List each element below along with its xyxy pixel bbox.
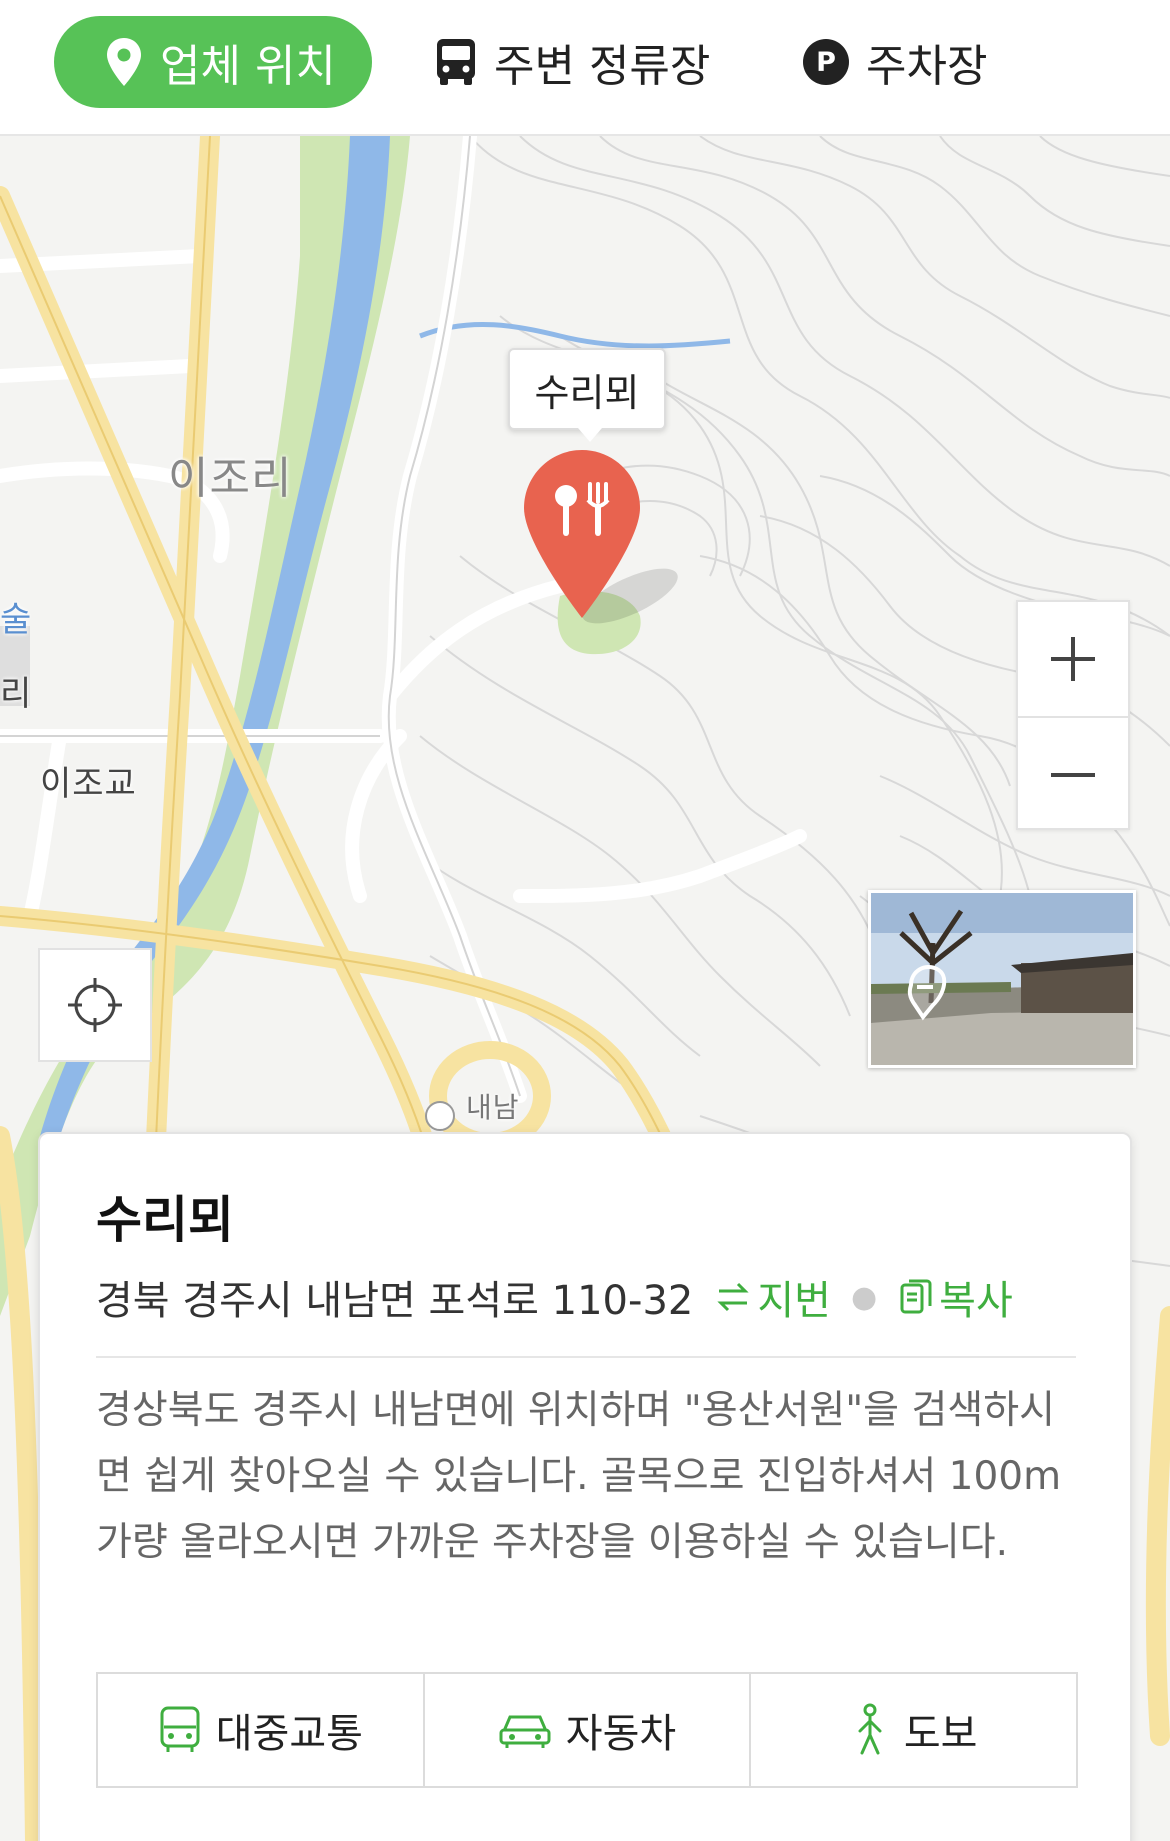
crosshair-icon xyxy=(68,978,122,1032)
separator-dot: ● xyxy=(850,1279,878,1315)
swap-arrows-icon xyxy=(717,1282,749,1312)
zoom-out-button[interactable] xyxy=(1018,716,1128,832)
route-label: 대중교통 xyxy=(215,1711,363,1757)
lot-number-button[interactable]: 지번 xyxy=(715,1268,831,1326)
tab-parking[interactable]: P 주차장 xyxy=(802,16,987,108)
car-icon xyxy=(499,1715,551,1748)
marker-tooltip-label: 수리뫼 xyxy=(534,370,640,415)
place-label-ijo-bridge: 이조교 xyxy=(40,764,137,804)
place-label-ijo-ri: 이조리 xyxy=(168,453,293,504)
zoom-controls xyxy=(1016,600,1130,830)
route-label: 자동차 xyxy=(565,1711,677,1757)
place-label-naenam: 내남 xyxy=(466,1091,520,1124)
roadview-photo xyxy=(871,893,1133,1065)
route-walking-button[interactable]: 도보 xyxy=(749,1674,1076,1786)
current-location-button[interactable] xyxy=(38,948,152,1062)
restaurant-pin-icon[interactable] xyxy=(520,446,700,630)
lot-number-label: 지번 xyxy=(757,1278,831,1324)
business-info-card: 수리뫼 경북 경주시 내남면 포석로 110-32 지번 ● 복사 경상북도 경… xyxy=(38,1132,1132,1841)
public-transit-icon xyxy=(160,1706,200,1752)
marker-tooltip[interactable]: 수리뫼 xyxy=(508,348,666,442)
place-label-partial-ri: 리 xyxy=(0,674,33,714)
business-description: 경상북도 경주시 내남면에 위치하며 "용산서원"을 검색하시면 쉽게 찾아오실… xyxy=(96,1388,1062,1565)
tab-label: 주차장 xyxy=(866,41,988,92)
route-label: 도보 xyxy=(903,1711,978,1757)
location-pin-icon xyxy=(104,36,144,88)
location-tab-bar: 업체 위치 주변 정류장 P 주차장 xyxy=(0,0,1170,136)
copy-icon xyxy=(900,1279,932,1314)
place-label-partial-sul: 술 xyxy=(0,600,33,640)
business-address: 경북 경주시 내남면 포석로 110-32 xyxy=(96,1278,694,1324)
plus-icon xyxy=(1051,637,1095,681)
copy-label: 복사 xyxy=(939,1278,1013,1324)
route-car-button[interactable]: 자동차 xyxy=(422,1674,750,1786)
zoom-in-button[interactable] xyxy=(1018,602,1128,716)
tab-label: 업체 위치 xyxy=(160,41,336,92)
copy-button[interactable]: 복사 xyxy=(899,1268,1013,1326)
parking-icon: P xyxy=(802,38,850,86)
bus-icon xyxy=(434,37,478,87)
business-name: 수리뫼 xyxy=(96,1191,234,1249)
tab-label: 주변 정류장 xyxy=(494,41,711,92)
tab-nearby-stops[interactable]: 주변 정류장 xyxy=(434,16,710,108)
map-view[interactable]: 이조리 이조교 술 리 내남 수리뫼 수리뫼 경북 경주시 내남면 포석로 11… xyxy=(0,136,1170,1841)
route-options: 대중교통 자동차 도보 xyxy=(96,1672,1078,1788)
tab-business-location[interactable]: 업체 위치 xyxy=(54,16,372,108)
roadview-thumbnail[interactable] xyxy=(868,890,1136,1068)
walking-icon xyxy=(858,1703,882,1755)
divider xyxy=(96,1356,1076,1358)
minus-icon xyxy=(1051,773,1095,777)
route-public-transit-button[interactable]: 대중교통 xyxy=(98,1674,423,1786)
svg-text:P: P xyxy=(816,47,836,78)
address-row: 경북 경주시 내남면 포석로 110-32 지번 ● 복사 xyxy=(96,1268,1013,1326)
